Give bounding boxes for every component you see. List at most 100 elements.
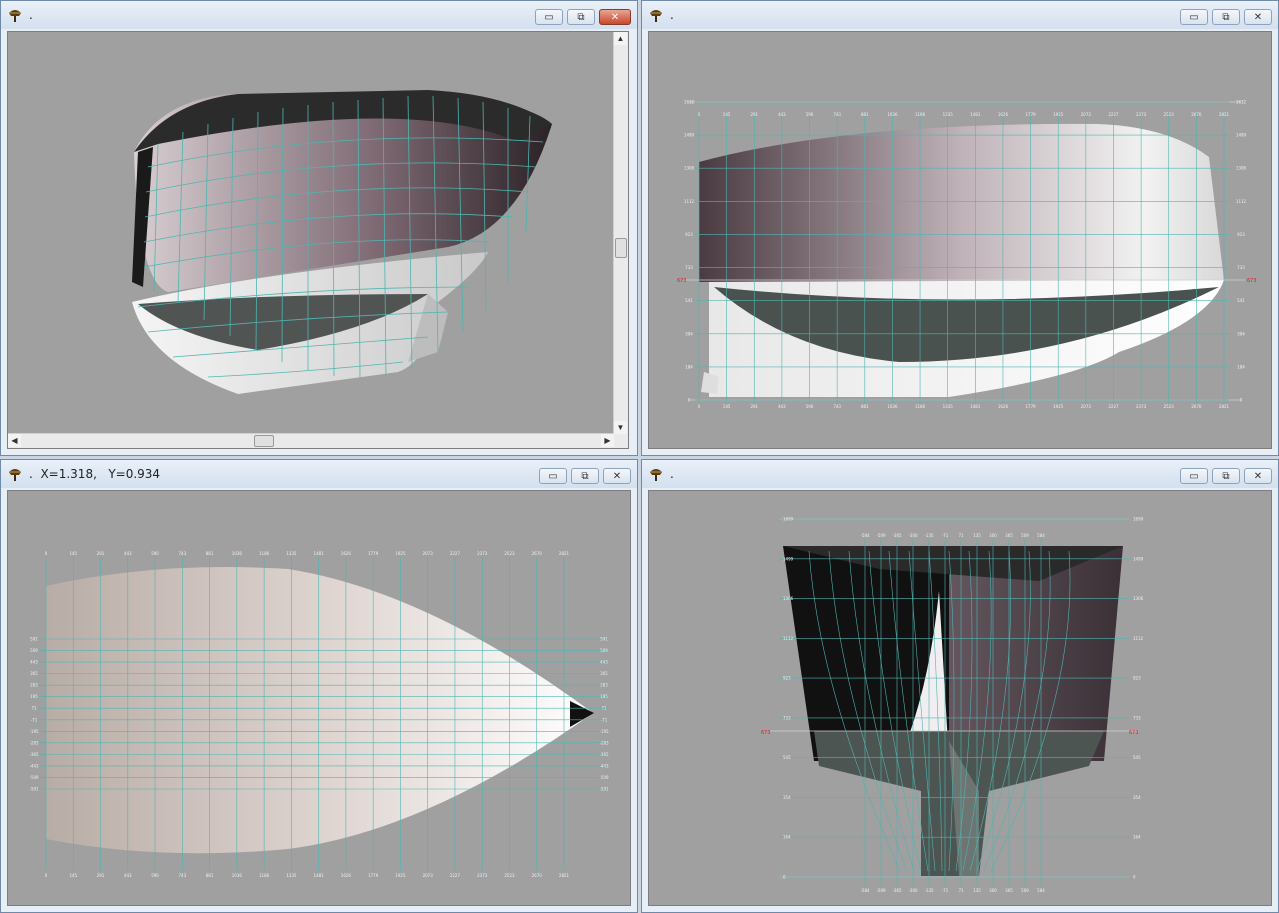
restore-button[interactable]: ⧉ [567, 9, 595, 25]
viewport-plan-view[interactable]: 0 145 291 443 590 743 881 1036 1186 1335 1481 1626 1… [7, 490, 631, 906]
title-bar[interactable]: . ▭ ⧉ ✕ [1, 1, 637, 29]
y-tick-label-right: 1306 [1133, 596, 1144, 601]
bottom-tick-label: -509 [876, 888, 886, 893]
minimize-button[interactable]: ▭ [535, 9, 563, 25]
x-tick-label-bottom: 743 [178, 873, 186, 878]
close-icon: ✕ [612, 470, 622, 482]
x-tick-label-bottom: 2670 [532, 873, 543, 878]
minimize-button[interactable]: ▭ [1180, 468, 1208, 484]
close-icon: ✕ [1253, 11, 1263, 23]
viewport-side-profile[interactable]: 0 0 145 145 291 291 443 443 590 590 743 743 881 881 10… [648, 31, 1272, 449]
viewport-body-plan[interactable]: -584 -509 -365 -300 -135 -71 71 135 300 365 509 584… [648, 490, 1272, 906]
restore-icon: ⧉ [581, 470, 589, 482]
viewport-perspective[interactable]: ▲ ▼ ◀ ▶ [7, 31, 629, 449]
x-tick-label-bottom: 1335 [943, 404, 954, 409]
y-tick-label-left: -71 [31, 717, 38, 722]
minimize-button[interactable]: ▭ [1180, 9, 1208, 25]
close-icon: ✕ [610, 11, 620, 23]
x-tick-label-top: 145 [69, 551, 77, 556]
x-tick-label-top: 2821 [1219, 112, 1230, 117]
y-tick-label-right: 283 [600, 683, 608, 688]
x-tick-label-bottom: 881 [206, 873, 214, 878]
waterline-label-left: 673 [761, 730, 771, 736]
window-title: . [29, 8, 33, 22]
x-tick-label-top: 1036 [887, 112, 898, 117]
y-tick-label-right: -283 [599, 740, 609, 745]
y-tick-label-left: -591 [29, 787, 39, 792]
bottom-tick-label: 584 [1037, 888, 1045, 893]
hull-perspective-render [132, 90, 552, 394]
y-tick-label-left: 195 [30, 694, 38, 699]
scroll-down-button[interactable]: ▼ [614, 421, 627, 434]
waterline-label-right: 673 [1247, 278, 1257, 284]
window-perspective[interactable]: . ▭ ⧉ ✕ ▲ ▼ ◀ ▶ [0, 0, 638, 456]
x-tick-label-bottom: 1925 [1053, 404, 1064, 409]
title-bar[interactable]: . ▭ ⧉ ✕ [642, 1, 1278, 29]
y-tick-label-right: 184 [1237, 364, 1245, 369]
close-button[interactable]: ✕ [1244, 9, 1272, 25]
y-tick-label-left: 0 [688, 398, 691, 403]
bottom-tick-label: 509 [1021, 888, 1029, 893]
y-tick-label-left: 541 [685, 298, 693, 303]
horizontal-scrollbar[interactable]: ◀ ▶ [8, 433, 614, 448]
y-tick-label-left: 164 [783, 835, 791, 840]
x-tick-label-top: 743 [178, 551, 186, 556]
x-tick-label-top: 881 [206, 551, 214, 556]
window-plan-view[interactable]: . X=1.318, Y=0.934 ▭ ⧉ ✕ 0 145 291 443 590 74… [0, 459, 638, 913]
restore-button[interactable]: ⧉ [571, 468, 599, 484]
bottom-tick-label: -584 [860, 888, 870, 893]
window-title: . [670, 8, 674, 22]
vertical-scroll-thumb[interactable] [615, 238, 627, 258]
top-tick-label: 584 [1037, 533, 1045, 538]
y-tick-label-right: 164 [1133, 835, 1141, 840]
y-tick-label-right: 195 [600, 694, 608, 699]
x-tick-label-bottom: 1481 [314, 873, 325, 878]
horizontal-scroll-thumb[interactable] [254, 435, 274, 447]
x-tick-label-top: 1186 [259, 551, 270, 556]
x-tick-label-bottom: 0 [45, 873, 48, 878]
scroll-right-button[interactable]: ▶ [601, 434, 614, 447]
restore-icon: ⧉ [1222, 11, 1230, 23]
x-axis-ticks-top: 0 145 291 443 590 743 881 1036 1186 1335 1481 1626 1… [45, 551, 570, 556]
waterline-label-right: 673 [1129, 730, 1139, 736]
close-button[interactable]: ✕ [599, 9, 631, 25]
bottom-tick-label: 365 [1005, 888, 1013, 893]
x-tick-label-bottom: 590 [806, 404, 814, 409]
title-bar[interactable]: . X=1.318, Y=0.934 ▭ ⧉ ✕ [1, 460, 637, 488]
y-tick-label-left: 443 [30, 660, 38, 665]
x-tick-label-bottom: 2073 [423, 873, 434, 878]
x-tick-label-bottom: 1779 [1025, 404, 1036, 409]
scroll-left-button[interactable]: ◀ [8, 434, 21, 447]
x-tick-label-top: 2073 [423, 551, 434, 556]
restore-button[interactable]: ⧉ [1212, 9, 1240, 25]
x-tick-label-bottom: 2523 [504, 873, 515, 878]
top-tick-label: 300 [989, 533, 997, 538]
waterline-label-left: 673 [677, 278, 687, 284]
close-button[interactable]: ✕ [1244, 468, 1272, 484]
minimize-button[interactable]: ▭ [539, 468, 567, 484]
hull-body-plan-render: -584 -509 -365 -300 -135 -71 71 135 300 365 509 584… [761, 517, 1144, 894]
y-tick-label-right: 443 [600, 660, 608, 665]
y-tick-label-right: 923 [1237, 232, 1245, 237]
close-button[interactable]: ✕ [603, 468, 631, 484]
ship-icon [9, 469, 21, 481]
y-tick-label-right: -195 [599, 729, 609, 734]
bottom-tick-label: 300 [989, 888, 997, 893]
top-tick-label: -509 [876, 533, 886, 538]
scroll-up-button[interactable]: ▲ [614, 32, 627, 45]
x-tick-label-bottom: 1925 [395, 873, 406, 878]
vertical-scrollbar[interactable]: ▲ ▼ [613, 32, 628, 434]
x-tick-label-top: 1036 [232, 551, 243, 556]
restore-button[interactable]: ⧉ [1212, 468, 1240, 484]
top-tick-label: 135 [973, 533, 981, 538]
x-tick-label-bottom: 1036 [887, 404, 898, 409]
window-body-plan[interactable]: . ▭ ⧉ ✕ -584 -509 -365 -300 -135 -71 71 [641, 459, 1279, 913]
x-tick-label-bottom: 2670 [1191, 404, 1202, 409]
x-tick-label-bottom: 1481 [970, 404, 981, 409]
x-tick-label-bottom: 1626 [998, 404, 1009, 409]
ship-icon [650, 10, 662, 22]
x-tick-label-top: 443 [778, 112, 786, 117]
window-side-profile[interactable]: . ▭ ⧉ ✕ 0 0 145 145 291 291 443 443 590 … [641, 0, 1279, 456]
title-bar[interactable]: . ▭ ⧉ ✕ [642, 460, 1278, 488]
arrow-down-icon: ▼ [616, 423, 625, 432]
